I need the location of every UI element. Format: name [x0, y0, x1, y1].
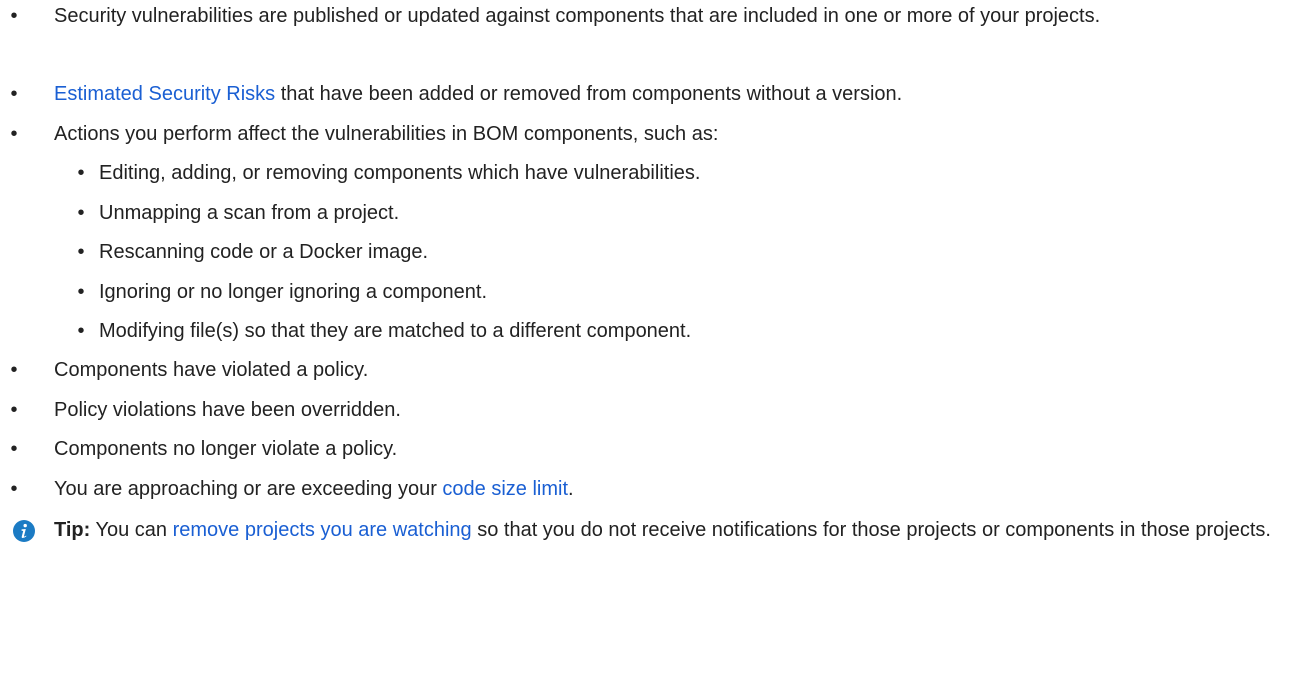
bullet: • — [77, 241, 85, 263]
bullet: • — [77, 202, 85, 224]
bullet: • — [10, 359, 18, 381]
sub-list-item-text: Modifying file(s) so that they are match… — [99, 320, 692, 342]
list-item-text: Policy violations have been overridden. — [54, 399, 401, 421]
sub-list-item-text: Ignoring or no longer ignoring a compone… — [99, 281, 488, 303]
sub-list-item-text: Unmapping a scan from a project. — [99, 202, 400, 224]
bullet: • — [10, 83, 18, 105]
estimated-security-risks-link[interactable]: Estimated Security Risks — [54, 83, 275, 105]
tip-text-after: so that you do not receive notifications… — [471, 519, 1271, 541]
tip-label: Tip: — [54, 519, 91, 541]
sub-list-item-text: Rescanning code or a Docker image. — [99, 241, 429, 263]
list-item-text-after: . — [568, 478, 574, 500]
bullet: • — [10, 5, 18, 27]
bullet: • — [10, 123, 18, 145]
list-item-text: You are approaching or are exceeding you… — [54, 475, 1290, 504]
bullet: • — [10, 399, 18, 421]
sub-list-item-text: Editing, adding, or removing components … — [99, 162, 701, 184]
tip-text-before: You can — [90, 519, 173, 541]
list-item-text-before: You are approaching or are exceeding you… — [54, 478, 443, 500]
tip-text: Tip: You can remove projects you are wat… — [54, 516, 1290, 545]
bullet: • — [77, 320, 85, 342]
list-item-text: Security vulnerabilities are published o… — [54, 5, 1101, 27]
bullet: • — [77, 281, 85, 303]
list-item-text: Components no longer violate a policy. — [54, 438, 398, 460]
list-item-text: Estimated Security Risks that have been … — [54, 80, 1290, 109]
list-item-text: Actions you perform affect the vulnerabi… — [54, 123, 719, 145]
bullet: • — [10, 478, 18, 500]
code-size-limit-link[interactable]: code size limit — [442, 478, 568, 500]
info-icon — [13, 520, 35, 542]
list-item-text-after: that have been added or removed from com… — [275, 83, 903, 105]
bullet: • — [10, 438, 18, 460]
remove-watched-projects-link[interactable]: remove projects you are watching — [173, 519, 472, 541]
list-item-text: Components have violated a policy. — [54, 359, 369, 381]
bullet: • — [77, 162, 85, 184]
